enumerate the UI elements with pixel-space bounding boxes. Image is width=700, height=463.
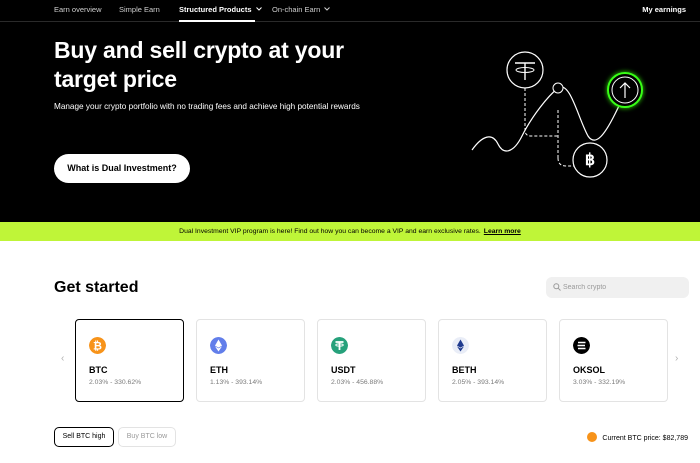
page: Earn overview Simple Earn Structured Pro… <box>0 0 700 463</box>
nav-on-chain-earn[interactable]: On-chain Earn <box>272 5 331 14</box>
section-title: Get started <box>54 279 139 296</box>
coin-name: OKSOL <box>573 365 606 375</box>
coin-card-oksol[interactable]: OKSOL 3.03% - 332.19% <box>559 319 668 402</box>
search-input[interactable] <box>563 277 683 298</box>
hero-section: Buy and sell crypto at your target price… <box>0 22 700 222</box>
vip-banner: Dual Investment VIP program is here! Fin… <box>0 222 700 241</box>
bitcoin-icon <box>587 432 598 442</box>
coin-card-usdt[interactable]: USDT 2.03% - 456.88% <box>317 319 426 402</box>
bitcoin-icon: ₿ <box>89 337 106 354</box>
learn-more-link[interactable]: Learn more <box>484 228 521 235</box>
current-price-text: Current BTC price: $82,789 <box>602 435 688 442</box>
tab-sell-btc-high[interactable]: Sell BTC high <box>54 427 114 447</box>
bitcoin-icon: ฿ <box>572 142 608 178</box>
search-box <box>546 277 689 298</box>
vip-banner-text: Dual Investment VIP program is here! Fin… <box>179 228 481 235</box>
coin-apr-range: 1.13% - 393.14% <box>210 379 263 386</box>
oksol-icon <box>573 337 590 354</box>
beth-icon <box>452 337 469 354</box>
nav-structured-products[interactable]: Structured Products <box>179 5 262 14</box>
ethereum-icon <box>210 337 227 354</box>
coin-apr-range: 2.03% - 456.88% <box>331 379 384 386</box>
svg-text:₿: ₿ <box>93 341 102 353</box>
what-is-dual-investment-button[interactable]: What is Dual Investment? <box>54 154 190 183</box>
hero-subtitle: Manage your crypto portfolio with no tra… <box>54 102 360 111</box>
coin-card-beth[interactable]: BETH 2.05% - 393.14% <box>438 319 547 402</box>
coin-name: USDT <box>331 365 356 375</box>
coin-card-btc[interactable]: ₿ BTC 2.03% - 330.62% <box>75 319 184 402</box>
hero-title: Buy and sell crypto at your target price <box>54 37 344 92</box>
carousel-prev-button[interactable]: ‹ <box>61 353 64 364</box>
tether-icon <box>331 337 348 354</box>
coin-name: ETH <box>210 365 228 375</box>
carousel-next-button[interactable]: › <box>675 353 678 364</box>
coin-card-eth[interactable]: ETH 1.13% - 393.14% <box>196 319 305 402</box>
nav-simple-earn[interactable]: Simple Earn <box>119 5 160 14</box>
chevron-down-icon <box>324 7 331 11</box>
current-price: Current BTC price: $82,789 <box>587 432 688 442</box>
search-icon <box>553 283 561 291</box>
tab-buy-btc-low[interactable]: Buy BTC low <box>118 427 176 447</box>
coin-apr-range: 2.03% - 330.62% <box>89 379 142 386</box>
top-nav: Earn overview Simple Earn Structured Pro… <box>0 0 700 22</box>
nav-earn-overview[interactable]: Earn overview <box>54 5 102 14</box>
nav-structured-products-label: Structured Products <box>179 5 252 14</box>
svg-text:฿: ฿ <box>585 152 595 169</box>
coin-apr-range: 3.03% - 332.19% <box>573 379 626 386</box>
hero-illustration: ฿ <box>471 51 643 178</box>
chevron-down-icon <box>255 7 262 11</box>
tether-icon <box>506 51 544 89</box>
coin-apr-range: 2.05% - 393.14% <box>452 379 505 386</box>
nav-on-chain-earn-label: On-chain Earn <box>272 5 321 14</box>
coin-name: BETH <box>452 365 477 375</box>
my-earnings-link[interactable]: My earnings <box>642 5 686 14</box>
arrow-up-icon <box>607 72 643 108</box>
coin-name: BTC <box>89 365 108 375</box>
